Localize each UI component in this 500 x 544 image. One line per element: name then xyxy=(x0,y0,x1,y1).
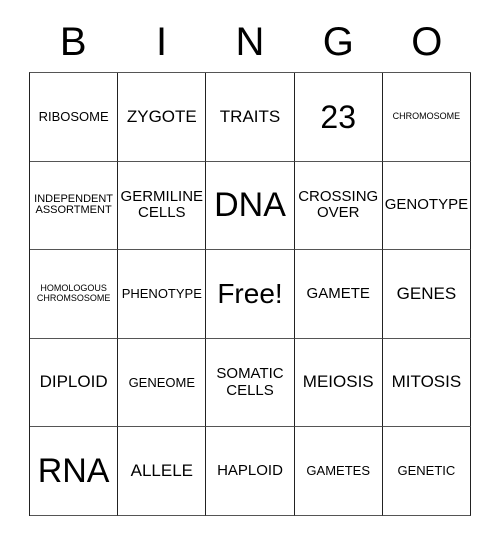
bingo-cell[interactable]: ALLELE xyxy=(118,427,207,516)
bingo-cell-label: GENES xyxy=(396,283,457,303)
bingo-cell[interactable]: DNA xyxy=(206,161,295,251)
bingo-card: B I N G O RIBOSOME ZYGOTE TRAITS 23 CHROMOSO… xyxy=(29,12,472,516)
bingo-cell[interactable]: RNA xyxy=(30,427,119,516)
bingo-cell-label: DIPLOID xyxy=(39,372,108,392)
bingo-cell-label: HAPLOID xyxy=(217,462,283,480)
bingo-cell[interactable]: MEIOSIS xyxy=(294,338,383,428)
bingo-cell[interactable]: GENOTYPE xyxy=(382,161,472,251)
bingo-cell[interactable]: GAMETES xyxy=(294,427,383,516)
bingo-free-space[interactable]: Free! xyxy=(206,250,295,339)
bingo-cell[interactable]: CROSSING OVER xyxy=(294,161,383,251)
bingo-cell[interactable]: TRAITS xyxy=(206,73,295,162)
bingo-cell-label: GERMILINE CELLS xyxy=(120,188,204,222)
bingo-cell-label: MEIOSIS xyxy=(302,372,374,392)
bingo-cell-label: GENOTYPE xyxy=(384,196,469,214)
bingo-cell[interactable]: GAMETE xyxy=(294,250,383,339)
bingo-cell-label: HOMOLOGOUS CHROMSOSOME xyxy=(36,283,111,303)
bingo-header-letter-n: N xyxy=(235,20,265,64)
bingo-cell-label: CROSSING OVER xyxy=(298,188,379,222)
bingo-cell[interactable]: GENEOME xyxy=(118,338,207,428)
bingo-cell-label: RIBOSOME xyxy=(38,108,109,124)
bingo-cell-label: MITOSIS xyxy=(391,372,462,392)
bingo-cell[interactable]: CHROMOSOME xyxy=(382,73,472,162)
bingo-row: RNA ALLELE HAPLOID GAMETES GENETIC xyxy=(30,427,472,516)
bingo-header-letter-g: G xyxy=(322,20,354,64)
bingo-cell-label: Free! xyxy=(217,277,283,309)
bingo-row: DIPLOID GENEOME SOMATIC CELLS MEIOSIS MITOSI… xyxy=(30,338,472,428)
bingo-cell-label: GENETIC xyxy=(397,463,456,479)
bingo-cell[interactable]: RIBOSOME xyxy=(30,73,119,162)
bingo-header-letter-b: B xyxy=(59,20,87,64)
bingo-header-row: B I N G O xyxy=(29,12,471,72)
bingo-cell-label: TRAITS xyxy=(219,106,281,126)
bingo-cell[interactable]: GENES xyxy=(382,250,472,339)
bingo-header-letter-o: O xyxy=(411,20,443,64)
bingo-cell[interactable]: SOMATIC CELLS xyxy=(206,338,295,428)
bingo-row: RIBOSOME ZYGOTE TRAITS 23 CHROMOSOME xyxy=(30,73,472,162)
bingo-cell[interactable]: ZYGOTE xyxy=(118,73,207,162)
bingo-cell[interactable]: 23 xyxy=(294,73,383,162)
bingo-cell-label: GAMETES xyxy=(306,463,370,479)
bingo-cell-label: ZYGOTE xyxy=(126,106,197,126)
bingo-row: INDEPENDENT ASSORTMENT GERMILINE CELLS DNA… xyxy=(30,161,472,251)
bingo-cell-label: GAMETE xyxy=(306,284,370,302)
bingo-row: HOMOLOGOUS CHROMSOSOME PHENOTYPE Free! GAME… xyxy=(30,250,472,339)
bingo-cell[interactable]: GENETIC xyxy=(382,427,472,516)
bingo-cell[interactable]: MITOSIS xyxy=(382,338,472,428)
bingo-cell-label: GENEOME xyxy=(128,374,196,390)
bingo-cell-label: INDEPENDENT ASSORTMENT xyxy=(34,192,114,217)
bingo-cell-label: DNA xyxy=(214,186,286,225)
bingo-cell[interactable]: GERMILINE CELLS xyxy=(118,161,207,251)
bingo-cell-label: RNA xyxy=(37,451,110,490)
bingo-cell[interactable]: DIPLOID xyxy=(30,338,119,428)
bingo-cell-label: 23 xyxy=(320,98,356,135)
bingo-grid: RIBOSOME ZYGOTE TRAITS 23 CHROMOSOME INDEPEND… xyxy=(29,72,472,516)
bingo-cell-label: CHROMOSOME xyxy=(392,110,461,121)
bingo-cell[interactable]: INDEPENDENT ASSORTMENT xyxy=(30,161,119,251)
bingo-cell-label: ALLELE xyxy=(130,460,193,480)
bingo-cell[interactable]: HAPLOID xyxy=(206,427,295,516)
bingo-cell[interactable]: PHENOTYPE xyxy=(118,250,207,339)
bingo-cell[interactable]: HOMOLOGOUS CHROMSOSOME xyxy=(30,250,119,339)
bingo-cell-label: PHENOTYPE xyxy=(121,285,202,301)
bingo-cell-label: SOMATIC CELLS xyxy=(216,365,284,399)
bingo-header-letter-i: I xyxy=(156,20,168,64)
